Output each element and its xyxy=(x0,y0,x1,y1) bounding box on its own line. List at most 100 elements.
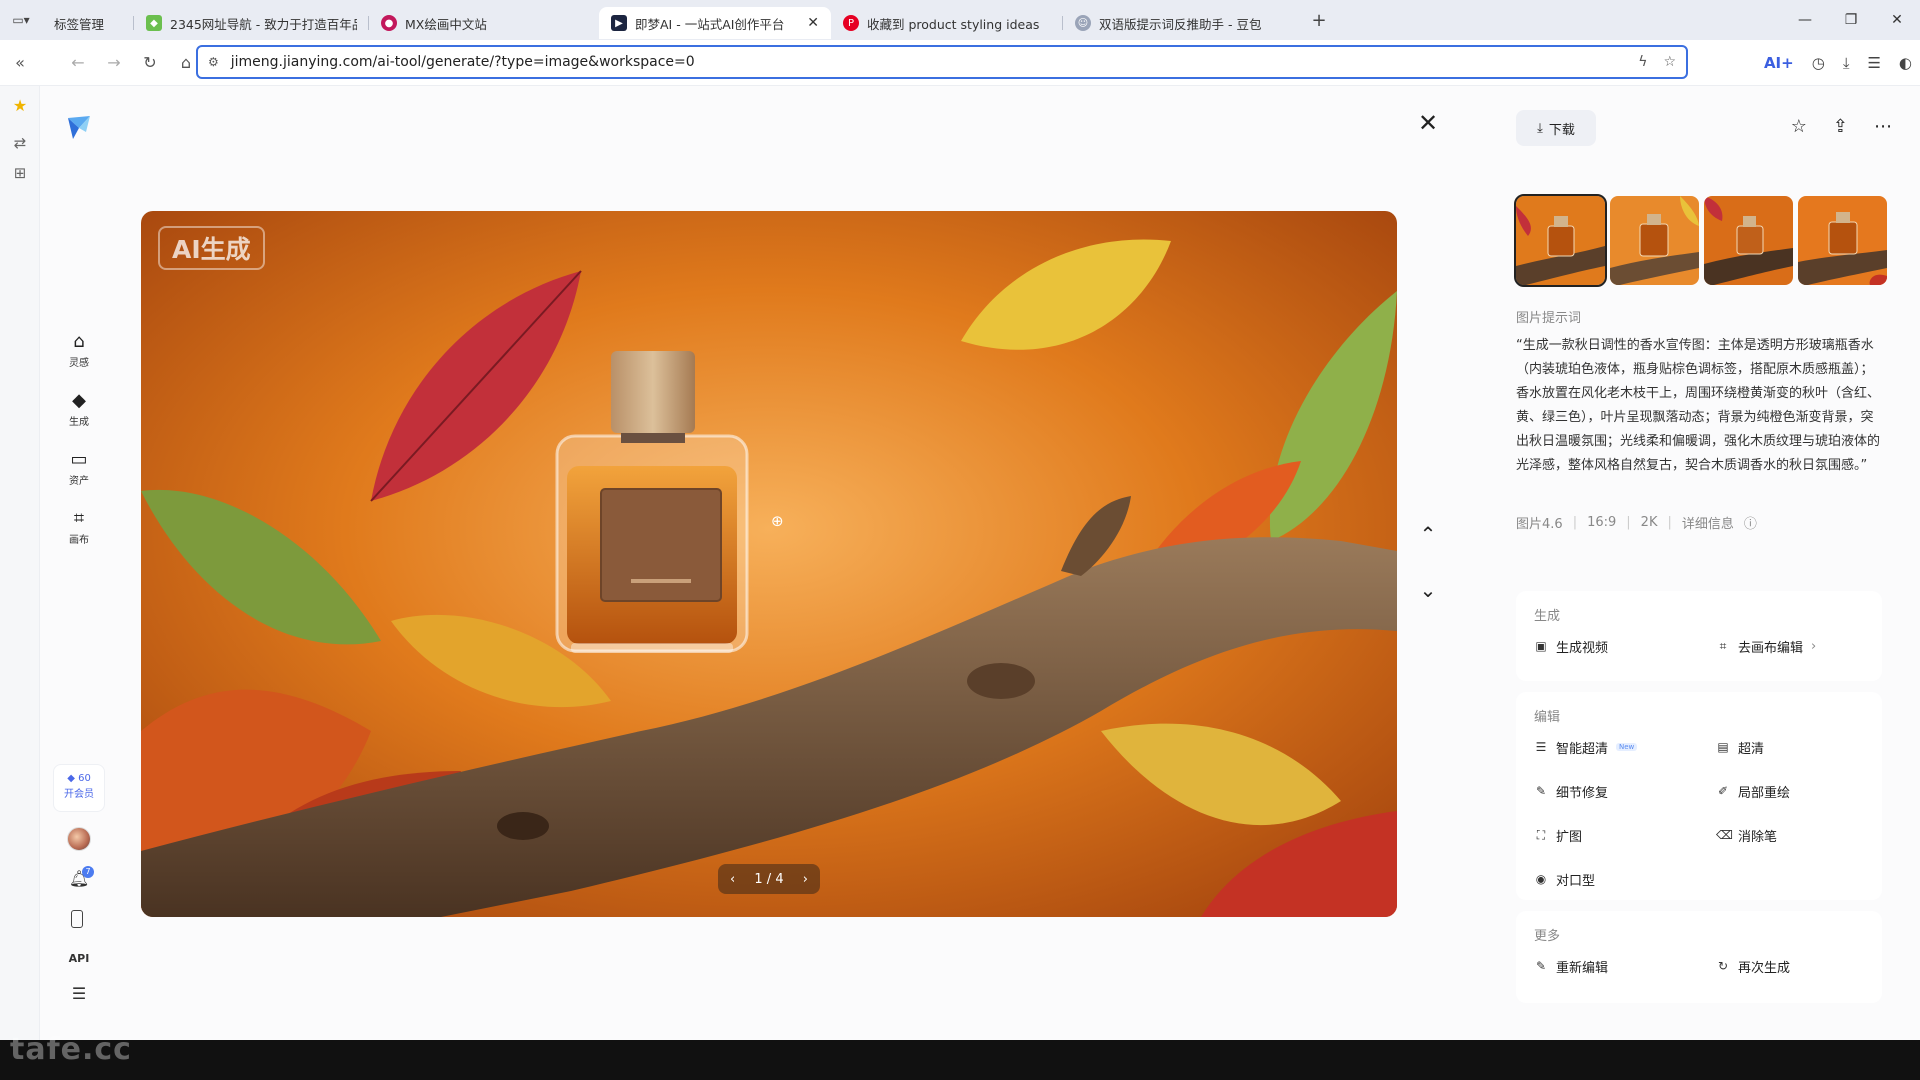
option-label: 扩图 xyxy=(1556,829,1583,845)
thumbnail[interactable] xyxy=(1514,194,1607,287)
thumbnail[interactable] xyxy=(1610,196,1699,285)
app-root: ⌂ 灵感 ◆ 生成 ▭ 资产 ⌗ 画布 ◆ 60 开会员 🔔︎ 7 API ☰ … xyxy=(40,86,1920,1040)
expand-button[interactable]: ⛶ 扩图 xyxy=(1534,813,1716,857)
collapse-sidebar-icon[interactable]: « xyxy=(0,53,40,72)
theme-icon[interactable]: ◐ xyxy=(1899,54,1912,72)
vip-card[interactable]: ◆ 60 开会员 xyxy=(53,764,105,812)
favorite-star-icon[interactable]: ☆ xyxy=(1791,116,1807,137)
nav-site-icon: ◆ xyxy=(146,15,162,31)
hd-button[interactable]: ▤ 超清 xyxy=(1716,725,1898,769)
avatar[interactable] xyxy=(67,827,91,851)
detail-panel: ⤓ 下载 ☆ ⇪ ⋯ 图片提示词 “生成一款秋日调性的香水宣传图：主体是透明方形… xyxy=(1514,86,1920,1040)
star-icon[interactable]: ☆ xyxy=(1663,54,1676,70)
nav-inspiration[interactable]: ⌂ 灵感 xyxy=(53,332,105,370)
smart-hd-icon: ☰ xyxy=(1535,740,1547,754)
edit-section: 编辑 ☰ 智能超清 New ▤ 超清 ✎ 细节修复 ✐ 局部重绘 ⛶ 扩图 ⌫ 消除笔 ◉ 对口… xyxy=(1516,692,1882,900)
share-icon[interactable]: ⇪ xyxy=(1833,116,1848,137)
eraser-button[interactable]: ⌫ 消除笔 xyxy=(1716,813,1898,857)
menu-icon[interactable]: ☰ xyxy=(53,984,105,1003)
new-tag: New xyxy=(1616,743,1638,751)
generated-image[interactable]: AI生成 ⊕ ‹ 1 / 4 › xyxy=(141,211,1397,917)
download-button[interactable]: ⤓ 下载 xyxy=(1516,110,1596,146)
api-link[interactable]: API xyxy=(53,952,105,965)
window-close-icon[interactable]: ✕ xyxy=(1874,12,1920,28)
tab-mx[interactable]: ● MX绘画中文站 xyxy=(369,7,599,39)
detail-info-link[interactable]: 详细信息 xyxy=(1682,513,1734,532)
nav-label: 画布 xyxy=(69,535,89,546)
prev-image-icon[interactable]: ‹ xyxy=(730,872,735,887)
download-label: 下载 xyxy=(1548,122,1575,138)
info-icon[interactable]: ⓘ xyxy=(1744,513,1757,532)
tab-doubao[interactable]: ☺ 双语版提示词反推助手 - 豆包 xyxy=(1063,7,1303,39)
history-icon[interactable]: ◷ xyxy=(1812,54,1825,72)
reedit-button[interactable]: ✎ 重新编辑 xyxy=(1534,944,1716,988)
new-tab-icon[interactable]: + xyxy=(1303,10,1335,31)
aspect-ratio: 16:9 xyxy=(1587,515,1617,530)
prompt-title: 图片提示词 xyxy=(1516,311,1582,326)
option-label: 重新编辑 xyxy=(1556,960,1609,976)
tab-2345[interactable]: ◆ 2345网址导航 - 致力于打造百年品 xyxy=(134,7,369,39)
diamond-icon: ◆ xyxy=(72,390,86,411)
thumbnail-strip xyxy=(1514,194,1887,287)
thumbnail-image xyxy=(1704,196,1793,285)
tab-jimeng[interactable]: ▶ 即梦AI - 一站式AI创作平台 ✕ xyxy=(599,7,831,39)
inpaint-button[interactable]: ✐ 局部重绘 xyxy=(1716,769,1898,813)
jimeng-logo[interactable] xyxy=(64,112,94,142)
tab-title: 收藏到 product styling ideas xyxy=(867,16,1040,32)
back-icon[interactable]: ← xyxy=(60,53,96,72)
download-icon: ⤓ xyxy=(1537,120,1543,136)
forward-icon[interactable]: → xyxy=(96,53,132,72)
chevron-up-icon[interactable]: ⌃ xyxy=(1415,522,1441,546)
phone-icon[interactable] xyxy=(71,910,83,928)
lipsync-icon: ◉ xyxy=(1535,872,1547,886)
model-version: 图片4.6 xyxy=(1516,517,1563,532)
bottom-bar xyxy=(0,1040,1920,1080)
canvas-icon: ⌗ xyxy=(73,508,85,529)
tab-menu-icon[interactable]: ▭▾ xyxy=(0,0,42,40)
thumbnail[interactable] xyxy=(1798,196,1887,285)
tab-pinterest[interactable]: P 收藏到 product styling ideas xyxy=(831,7,1063,39)
nav-canvas[interactable]: ⌗ 画布 xyxy=(53,508,105,547)
nav-assets[interactable]: ▭ 资产 xyxy=(53,449,105,488)
browser-tab-bar: ▭▾ 标签管理 ◆ 2345网址导航 - 致力于打造百年品 ● MX绘画中文站 … xyxy=(0,0,1920,40)
site-info-icon[interactable]: ⚙ xyxy=(208,55,219,69)
tab-bookmark-manager[interactable]: 标签管理 xyxy=(42,7,134,39)
viewer-close-icon[interactable]: ✕ xyxy=(1415,110,1441,136)
canvas-edit-button[interactable]: ⌗ 去画布编辑 › xyxy=(1716,624,1898,668)
add-panel-icon[interactable]: ⊞ xyxy=(0,164,40,182)
favorites-star-icon[interactable]: ★ xyxy=(0,96,40,115)
download-icon[interactable]: ⤓ xyxy=(1843,54,1850,72)
ai-plus-button[interactable]: AI+ xyxy=(1764,54,1794,72)
detail-repair-button[interactable]: ✎ 细节修复 xyxy=(1534,769,1716,813)
url-field[interactable]: ⚙ jimeng.jianying.com/ai-tool/generate/?… xyxy=(196,45,1688,79)
tab-list-icon[interactable]: ☰ xyxy=(1867,54,1880,72)
minimize-icon[interactable]: — xyxy=(1782,12,1828,28)
smart-hd-button[interactable]: ☰ 智能超清 New xyxy=(1534,725,1716,769)
more-section: 更多 ✎ 重新编辑 ↻ 再次生成 xyxy=(1516,911,1882,1003)
lightning-icon[interactable]: ϟ xyxy=(1638,54,1647,70)
generate-video-button[interactable]: ▣ 生成视频 xyxy=(1534,624,1716,668)
thumbnail-image xyxy=(1516,196,1605,285)
resolution: 2K xyxy=(1640,515,1658,530)
lipsync-button[interactable]: ◉ 对口型 xyxy=(1534,857,1716,901)
tab-title: 2345网址导航 - 致力于打造百年品 xyxy=(170,16,357,32)
chevron-down-icon[interactable]: ⌄ xyxy=(1415,578,1441,602)
zoom-in-icon[interactable]: ⊕ xyxy=(771,512,787,530)
tab-title: 标签管理 xyxy=(54,16,105,32)
chevron-right-icon: › xyxy=(1811,638,1817,654)
more-icon[interactable]: ⋯ xyxy=(1874,116,1892,137)
close-icon[interactable]: ✕ xyxy=(807,15,819,31)
thumbnail[interactable] xyxy=(1704,196,1793,285)
regenerate-button[interactable]: ↻ 再次生成 xyxy=(1716,944,1898,988)
restore-icon[interactable]: ❐ xyxy=(1828,12,1874,28)
expand-icon: ⛶ xyxy=(1536,827,1546,842)
pinterest-icon: P xyxy=(843,15,859,31)
swap-icon[interactable]: ⇄ xyxy=(0,134,40,152)
next-image-icon[interactable]: › xyxy=(803,872,808,887)
hd-icon: ▤ xyxy=(1717,740,1729,754)
folder-icon: ▭ xyxy=(70,449,88,470)
reload-icon[interactable]: ↻ xyxy=(132,53,168,72)
mx-icon: ● xyxy=(381,15,397,31)
url-text: jimeng.jianying.com/ai-tool/generate/?ty… xyxy=(230,54,695,70)
nav-generate[interactable]: ◆ 生成 xyxy=(53,390,105,429)
